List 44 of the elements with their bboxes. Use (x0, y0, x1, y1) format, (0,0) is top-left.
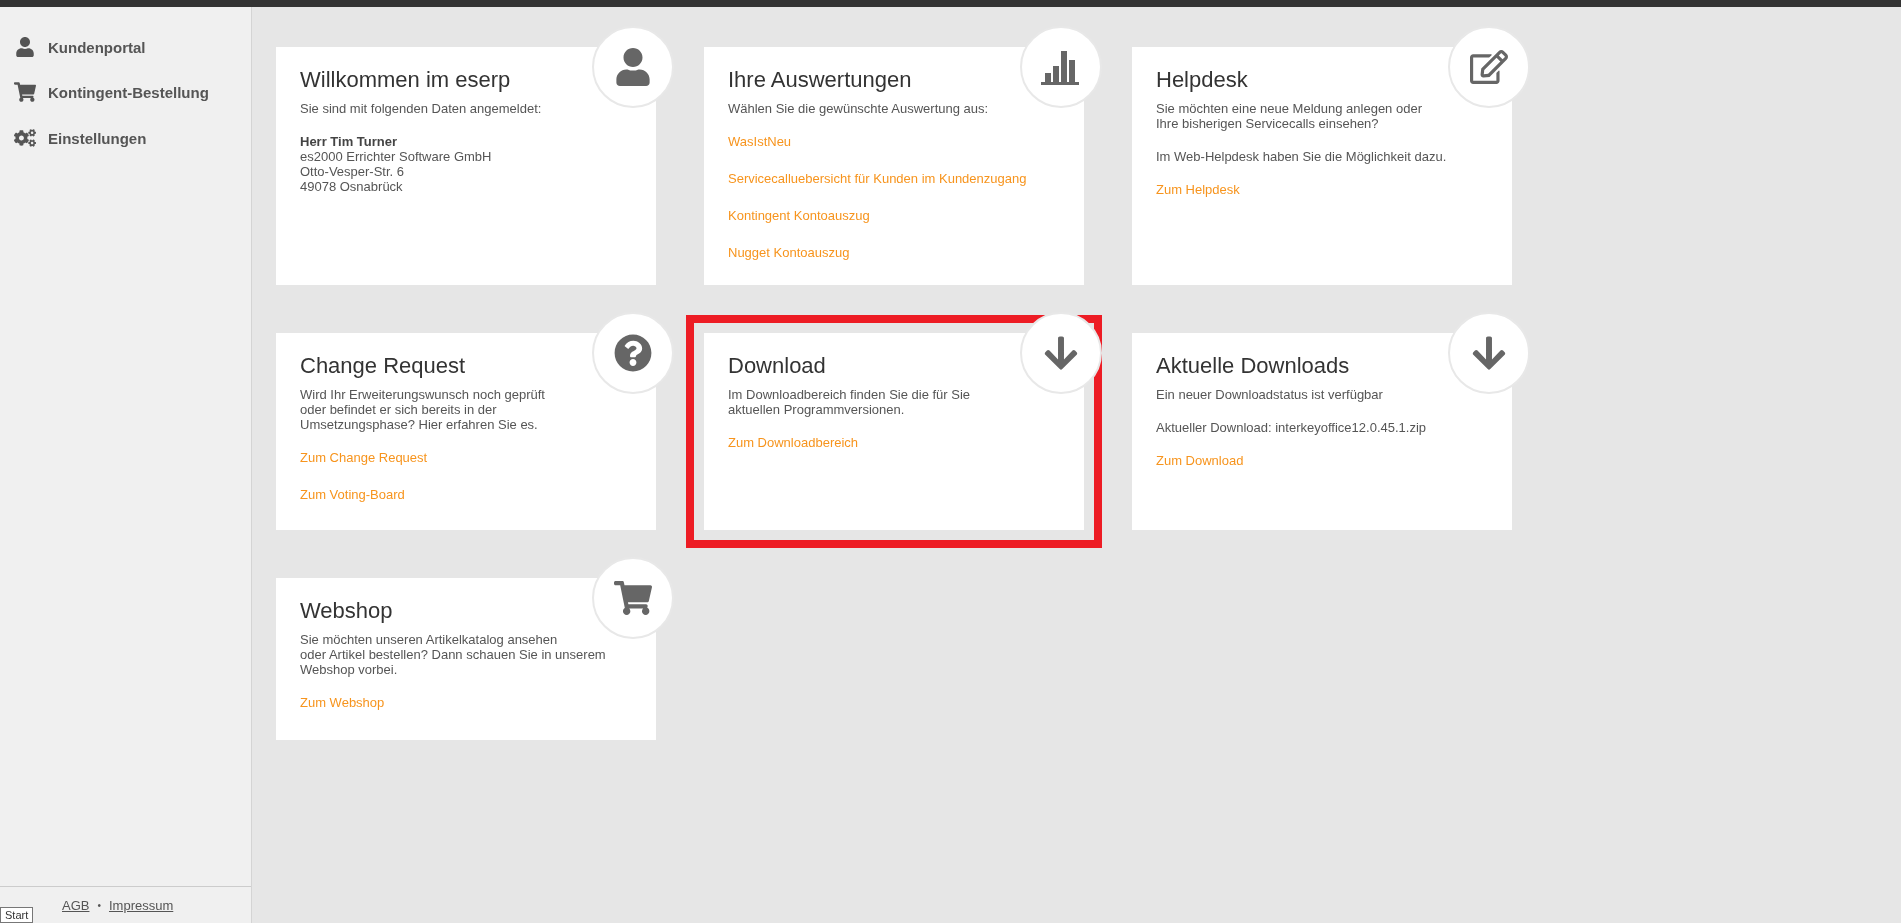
gears-icon (14, 127, 36, 149)
person-icon (614, 48, 652, 86)
download-icon (1042, 334, 1080, 372)
card-link[interactable]: Zum Download (1156, 453, 1244, 468)
sidebar-item[interactable]: Kontingent-Bestellung (12, 81, 209, 103)
card-title: Webshop (300, 598, 394, 624)
card-link[interactable]: WasIstNeu (728, 134, 792, 149)
card-link[interactable]: Zum Helpdesk (1156, 182, 1240, 197)
edit-icon (1470, 48, 1508, 86)
card-text: Aktueller Download: interkeyoffice12.0.45.1.zip (1156, 420, 1428, 435)
tooltip: Start (0, 907, 34, 923)
sidebar-item[interactable]: Einstellungen (12, 127, 147, 149)
cart-icon (14, 81, 36, 103)
card-link[interactable]: Servicecalluebersicht für Kunden im Kundenzugang (728, 171, 1027, 186)
card-link[interactable]: Nugget Kontoauszug (728, 245, 850, 260)
card-text: Ein neuer Downloadstatus ist verfügbar (1156, 387, 1384, 402)
card-link[interactable]: Zum Webshop (300, 695, 385, 710)
card-title: Change Request (300, 353, 467, 379)
card-title: Willkommen im eserp (300, 67, 512, 93)
card-link[interactable]: Zum Change Request (300, 450, 428, 465)
card-text: Sie sind mit folgenden Daten angemeldet: (300, 101, 543, 116)
sidebar-item[interactable]: Kundenportal (12, 37, 146, 57)
footer-link[interactable]: AGB (62, 897, 90, 913)
card-text: Im Downloadbereich finden Sie die für Sie aktuellen Programmversionen. (728, 387, 972, 417)
card-text: Sie möchten eine neue Meldung anlegen oder Ihre bisherigen Servicecalls einsehen? (1156, 101, 1423, 131)
card-title: Helpdesk (1156, 67, 1249, 93)
card-title: Ihre Auswertungen (728, 67, 913, 93)
footer-link[interactable]: Impressum (109, 897, 174, 913)
card-title: Download (728, 353, 827, 379)
separator-dot: • (97, 899, 101, 911)
card-text: Im Web-Helpdesk haben Sie die Möglichkeit dazu. (1156, 149, 1448, 164)
card-text: Wird Ihr Erweiterungswunsch noch geprüft oder befindet er sich bereits in der Umsetzungsphase? Hier erfahren Sie es. (300, 387, 546, 432)
card-link[interactable]: Zum Voting-Board (300, 487, 405, 502)
address-text: Herr Tim Turner es2000 Errichter Software GmbH Otto-Vesper-Str. 6 49078 Osnabrück (300, 134, 493, 194)
card-link[interactable]: Zum Downloadbereich (728, 435, 859, 450)
card-link[interactable]: Kontingent Kontoauszug (728, 208, 870, 223)
card-text: Sie möchten unseren Artikelkatalog ansehen oder Artikel bestellen? Dann schauen Sie in unserem Webshop vorbei. (300, 632, 607, 677)
cart-icon (614, 579, 652, 617)
question-icon (614, 334, 652, 372)
download-icon (1470, 334, 1508, 372)
card-text: Wählen Sie die gewünschte Auswertung aus: (728, 101, 990, 116)
card-title: Aktuelle Downloads (1156, 353, 1351, 379)
bar-chart-icon (1041, 49, 1081, 85)
person-icon (15, 37, 35, 57)
